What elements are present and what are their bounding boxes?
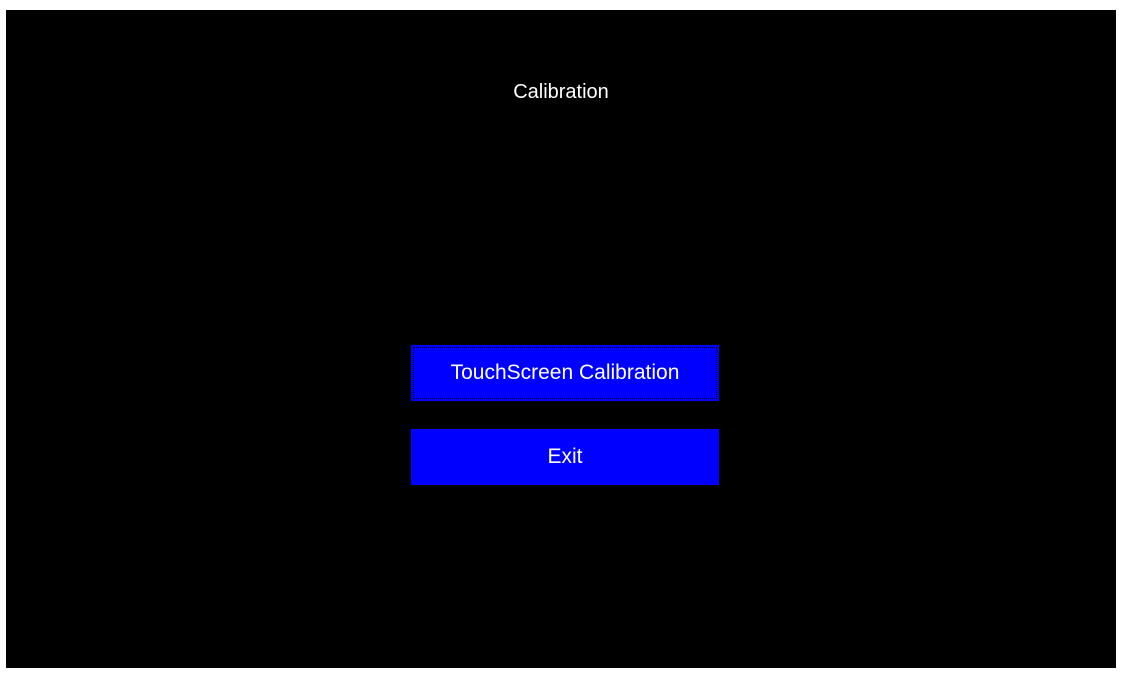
exit-button[interactable]: Exit (411, 429, 719, 485)
calibration-screen: Calibration TouchScreen Calibration Exit (6, 10, 1116, 668)
touchscreen-calibration-label: TouchScreen Calibration (450, 361, 680, 384)
page-title: Calibration (513, 81, 609, 103)
touchscreen-calibration-button[interactable]: TouchScreen Calibration (411, 345, 719, 401)
exit-label: Exit (547, 445, 583, 468)
